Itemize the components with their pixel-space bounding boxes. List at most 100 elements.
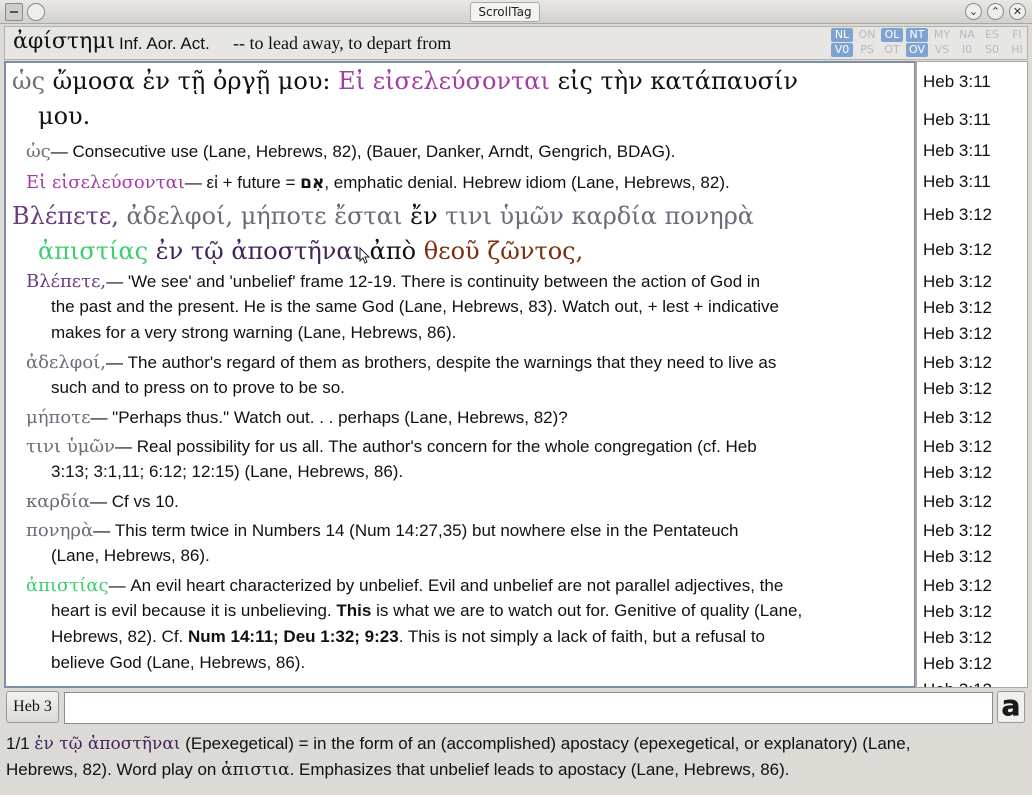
greek-word[interactable]: εἰς τὴν κατάπαυσίν [558, 67, 798, 95]
status-text: . Emphasizes that unbelief leads to apos… [289, 760, 790, 779]
greek-word[interactable]: ἔσται [334, 202, 402, 230]
definition: -- to lead away, to depart from [233, 33, 452, 53]
note-text: makes for a very strong warning (Lane, H… [51, 323, 457, 342]
note-text: , emphatic denial. Hebrew idiom (Lane, H… [324, 173, 730, 192]
command-input[interactable] [64, 692, 993, 724]
note-row: πονηρὰ— This term twice in Numbers 14 (N… [26, 520, 739, 541]
verse-reference[interactable]: Heb 3:12 [923, 576, 992, 596]
greek-word[interactable]: ἔν [410, 202, 437, 230]
verse-reference[interactable]: Heb 3:12 [923, 628, 992, 648]
note-row: τινι ὑμῶν— Real possibility for us all. … [26, 436, 757, 457]
verse-reference[interactable]: Heb 3:12 [923, 492, 992, 512]
greek-word[interactable]: ἀπιστίας [38, 237, 148, 265]
verse-reference[interactable]: Heb 3:12 [923, 547, 992, 567]
verse-reference[interactable]: Heb 3:12 [923, 379, 992, 399]
status-panel: 1/1 ἐν τῷ ἀποστῆναι (Epexegetical) = in … [6, 731, 1028, 791]
flag-nt[interactable]: NT [906, 28, 928, 42]
flag-ol[interactable]: OL [881, 28, 903, 42]
flag-s0[interactable]: S0 [981, 43, 1003, 57]
note-greek[interactable]: ἀδελφοί, [26, 352, 106, 373]
note-text: believe God (Lane, Hebrews, 86). [51, 653, 306, 672]
note-greek[interactable]: ἀπιστίας [26, 575, 109, 596]
flag-ps[interactable]: PS [856, 43, 878, 57]
flag-na[interactable]: NA [956, 28, 978, 42]
note-greek[interactable]: πονηρὰ [26, 520, 93, 541]
verse-reference[interactable]: Heb 3:12 [923, 680, 992, 687]
note-greek[interactable]: Βλέπετε, [26, 271, 106, 292]
text-pane[interactable]: ὡς ὤμοσα ἐν τῇ ὀργῇ μου: Εἰ εἰσελεύσοντα… [4, 61, 916, 688]
flag-hi[interactable]: HI [1006, 43, 1028, 57]
note-text: — Real possibility for us all. The autho… [115, 437, 757, 456]
greek-word[interactable]: ἀδελφοί, [126, 202, 233, 230]
verse-reference[interactable]: Heb 3:11 [923, 72, 991, 92]
note-greek[interactable]: τινι ὑμῶν [26, 436, 115, 457]
greek-word[interactable]: μήποτε [241, 202, 327, 230]
note-text: — 'We see' and 'unbelief' frame 12-19. T… [106, 272, 761, 291]
greek-word[interactable]: ὡς [12, 67, 45, 95]
a-button[interactable]: a [997, 691, 1025, 723]
verse-reference[interactable]: Heb 3:12 [923, 437, 992, 457]
verse-reference[interactable]: Heb 3:12 [923, 408, 992, 428]
note-row: ἀδελφοί,— The author's regard of them as… [26, 352, 776, 373]
maximize-button[interactable]: ⌃ [987, 3, 1004, 20]
greek-word[interactable]: μου. [38, 102, 90, 130]
scripture-link[interactable]: Num 14:11; Deu 1:32; 9:23 [188, 627, 399, 646]
note-greek[interactable]: καρδία [26, 491, 90, 512]
window-title: ScrollTag [470, 2, 540, 22]
status-greek: ἐν τῷ ἀποστῆναι [34, 734, 181, 754]
flag-fi[interactable]: FI [1006, 28, 1028, 42]
note-text: — εἰ + future = [184, 173, 301, 192]
note-text: the past and the present. He is the same… [51, 297, 779, 316]
note-text: — "Perhaps thus." Watch out. . . perhaps… [90, 408, 568, 427]
greek-word[interactable]: θεοῦ [424, 237, 480, 265]
greek-word[interactable]: ἐν τῷ ἀποστῆναι [156, 237, 362, 265]
location-button[interactable]: Heb 3 [6, 691, 59, 723]
verse-reference[interactable]: Heb 3:12 [923, 353, 992, 373]
greek-word[interactable]: καρδία πονηρὰ [571, 202, 754, 230]
flag-ot[interactable]: OT [881, 43, 903, 57]
greek-word[interactable]: Βλέπετε, [12, 202, 119, 230]
flag-vs[interactable]: VS [931, 43, 953, 57]
flag-ov[interactable]: OV [906, 43, 928, 57]
verse-reference[interactable]: Heb 3:12 [923, 602, 992, 622]
verse-reference[interactable]: Heb 3:12 [923, 272, 992, 292]
pin-icon[interactable] [27, 3, 45, 21]
verse-line: ἀπιστίας ἐν τῷ ἀποστῆναι ἀπὸ θεοῦ ζῶντος… [38, 237, 583, 265]
greek-word[interactable]: ὤμοσα ἐν τῇ ὀργῇ μου: [53, 67, 331, 95]
window-menu-icon[interactable] [5, 3, 23, 21]
flag-my[interactable]: MY [931, 28, 953, 42]
verse-reference[interactable]: Heb 3:12 [923, 240, 992, 260]
greek-word[interactable]: ζῶντος, [487, 237, 583, 265]
note-greek[interactable]: μήποτε [26, 407, 90, 428]
flag-i0[interactable]: I0 [956, 43, 978, 57]
verse-reference[interactable]: Heb 3:12 [923, 298, 992, 318]
note-text: — Consecutive use (Lane, Hebrews, 82), (… [50, 142, 676, 161]
verse-reference[interactable]: Heb 3:11 [923, 172, 991, 192]
flag-nl[interactable]: NL [831, 28, 853, 42]
verse-reference[interactable]: Heb 3:12 [923, 463, 992, 483]
greek-word[interactable]: Εἰ εἰσελεύσονται [338, 67, 550, 95]
note-greek[interactable]: Εἰ εἰσελεύσονται [26, 172, 185, 193]
note-greek[interactable]: ὡς [26, 141, 51, 162]
note-text: is what we are to watch out for. Genitiv… [371, 601, 803, 620]
note-row: ὡς— Consecutive use (Lane, Hebrews, 82),… [26, 141, 675, 162]
flag-v0[interactable]: V0 [831, 43, 853, 57]
flag-es[interactable]: ES [981, 28, 1003, 42]
note-text: . This is not simply a lack of faith, bu… [398, 627, 765, 646]
greek-word[interactable]: ἀπὸ [370, 237, 416, 265]
verse-reference[interactable]: Heb 3:12 [923, 521, 992, 541]
verse-line: μου. [38, 102, 90, 130]
verse-reference[interactable]: Heb 3:11 [923, 110, 991, 130]
note-text: — Cf vs 10. [90, 492, 179, 511]
lemma: ἀφίστημι [13, 29, 116, 54]
minimize-button[interactable]: ⌄ [965, 3, 982, 20]
close-button[interactable]: ✕ [1009, 3, 1026, 20]
verse-reference[interactable]: Heb 3:12 [923, 324, 992, 344]
verse-reference[interactable]: Heb 3:11 [923, 141, 991, 161]
greek-word[interactable]: τινι ὑμῶν [445, 202, 564, 230]
reference-column: Heb 3:11 Heb 3:11 Heb 3:11 Heb 3:11 Heb 3:12… [915, 61, 1028, 688]
verse-reference[interactable]: Heb 3:12 [923, 205, 992, 225]
verse-reference[interactable]: Heb 3:12 [923, 654, 992, 674]
note-text: (Lane, Hebrews, 86). [51, 546, 210, 565]
flag-on[interactable]: ON [856, 28, 878, 42]
